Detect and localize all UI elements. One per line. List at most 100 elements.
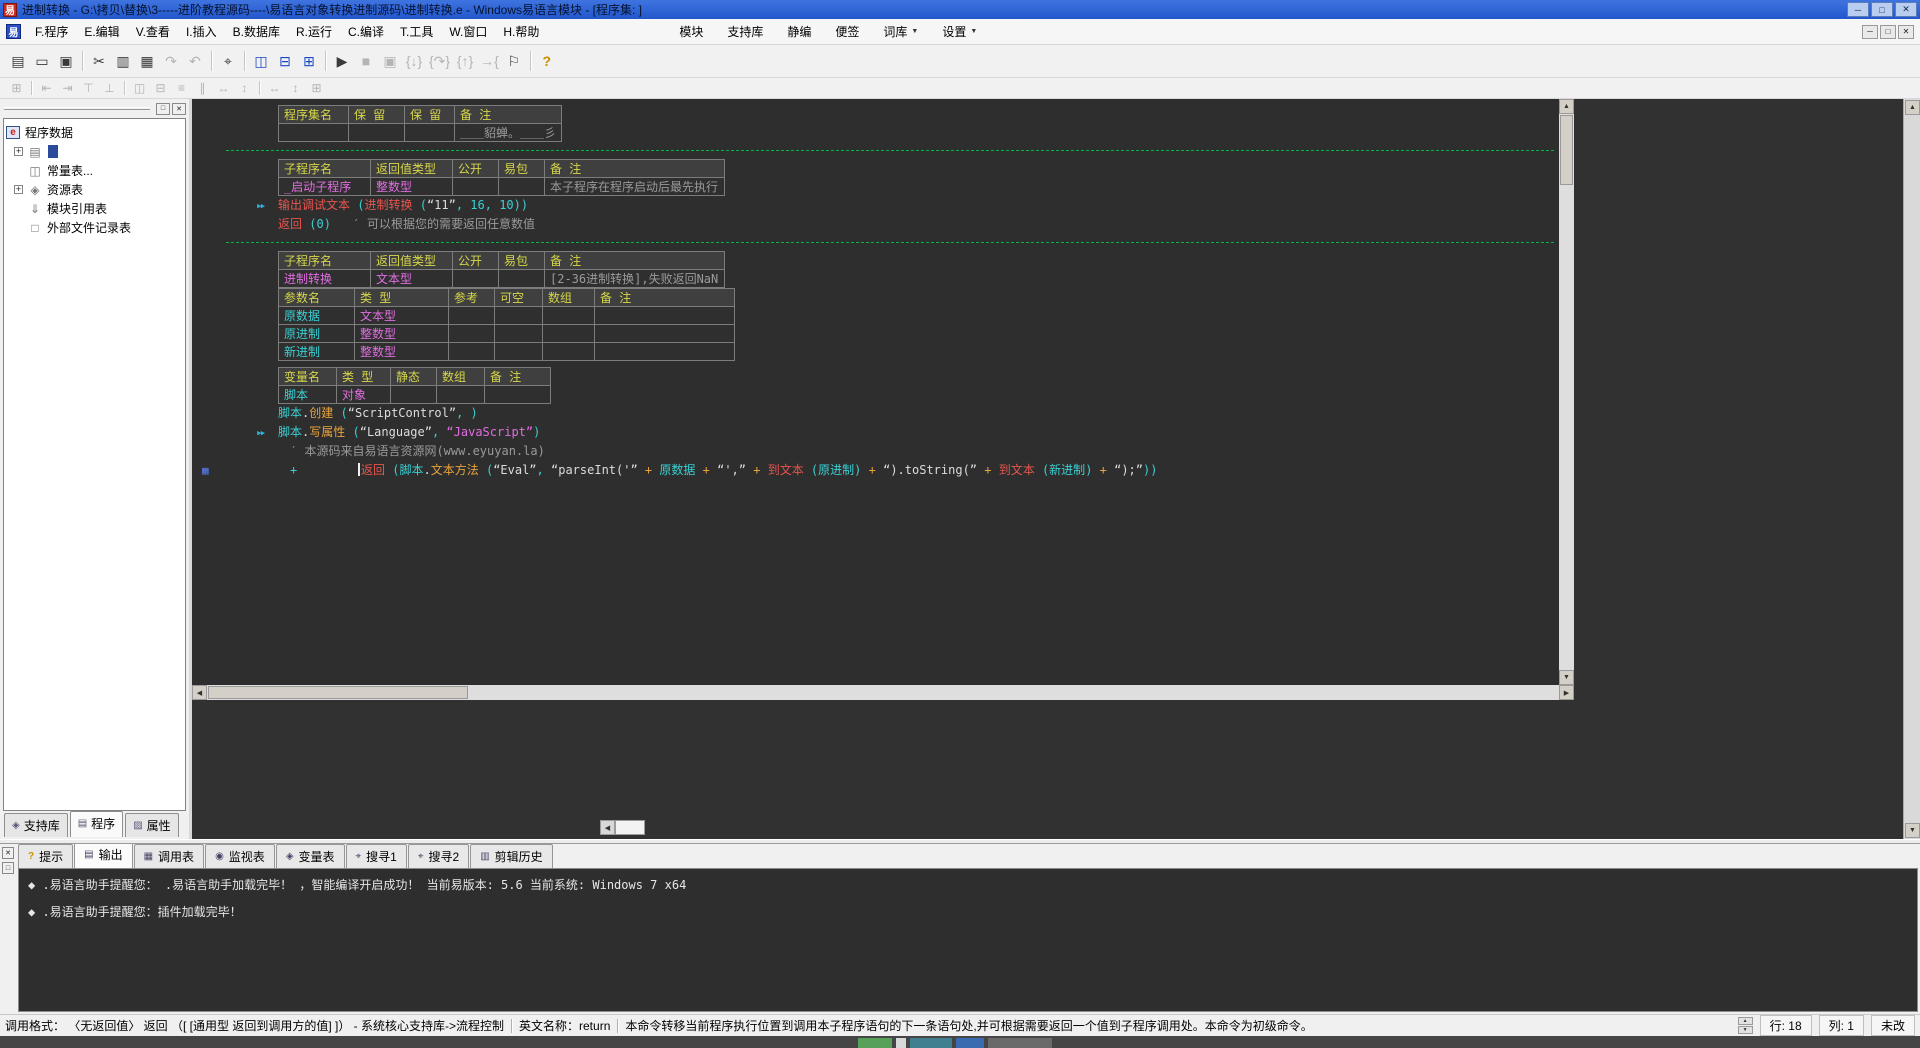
tree-item-root[interactable]: e 程序数据 (6, 123, 183, 142)
mdi-restore-button[interactable]: □ (1880, 24, 1896, 39)
table-cell[interactable]: 整数型 (370, 177, 453, 196)
table-cell[interactable] (390, 385, 437, 404)
menu-support-lib[interactable]: 支持库 (715, 19, 775, 44)
status-up-icon[interactable]: ▲ (1737, 1017, 1753, 1025)
sidebar-tab-support-lib[interactable]: ◈ 支持库 (4, 813, 68, 837)
workspace-vertical-scrollbar[interactable]: ▲ ▼ (1903, 99, 1920, 839)
new-file-icon[interactable]: ▤ (6, 49, 30, 73)
table-cell[interactable] (404, 123, 455, 142)
panel-close-button[interactable]: ✕ (2, 847, 14, 859)
menu-view[interactable]: V.查看 (128, 19, 178, 44)
tree-item-module-refs[interactable]: ⇓ 模块引用表 (6, 199, 183, 218)
table-cell[interactable]: 脚本 (278, 385, 337, 404)
panel-tab-output[interactable]: ▤ 输出 (74, 844, 133, 868)
menu-help[interactable]: H.帮助 (495, 19, 547, 44)
menu-insert[interactable]: I.插入 (178, 19, 225, 44)
panel-float-button[interactable]: □ (2, 862, 14, 874)
panel-tab-variable-table[interactable]: ◈ 变量表 (275, 844, 345, 868)
scroll-down-icon[interactable]: ▼ (1905, 823, 1920, 838)
expand-plus-icon[interactable]: + (14, 147, 23, 156)
code-line[interactable]: ′ 本源码来自易语言资源网(www.eyuyan.la) (192, 442, 1559, 461)
save-icon[interactable]: ▣ (54, 49, 78, 73)
menu-tools[interactable]: T.工具 (392, 19, 441, 44)
table-cell[interactable] (278, 123, 349, 142)
table-cell[interactable]: 整数型 (354, 324, 449, 343)
menu-window[interactable]: W.窗口 (441, 19, 495, 44)
code-line[interactable]: 脚本.创建 (“ScriptControl”, ) (192, 404, 1559, 423)
table-cell[interactable] (594, 342, 735, 361)
menu-lexicon[interactable]: 词库 ▼ (871, 19, 930, 44)
sidebar-close-button[interactable]: ✕ (172, 102, 186, 115)
table-cell[interactable]: [2-36进制转换],失败返回NaN (544, 269, 725, 288)
sidebar-tab-program[interactable]: ▤ 程序 (69, 811, 124, 837)
mdi-minimize-button[interactable]: ─ (1862, 24, 1878, 39)
table-cell[interactable]: ＿＿貂蝉。＿＿彡 (453, 123, 563, 142)
layout-top-icon[interactable]: ⊟ (273, 49, 297, 73)
chevron-down-icon[interactable]: ▼ (911, 28, 918, 35)
minimize-button[interactable]: ─ (1847, 2, 1869, 17)
table-cell[interactable] (494, 306, 543, 325)
mdi-child-icon[interactable]: 易 (6, 24, 21, 39)
table-cell[interactable] (594, 324, 735, 343)
scroll-right-icon[interactable]: ▶ (1559, 685, 1574, 700)
menu-run[interactable]: R.运行 (288, 19, 340, 44)
scroll-up-icon[interactable]: ▲ (1905, 100, 1920, 115)
table-cell[interactable] (542, 342, 595, 361)
scrollbar-thumb[interactable] (208, 686, 468, 699)
scrollbar-thumb[interactable] (1560, 115, 1573, 185)
table-cell[interactable] (594, 306, 735, 325)
sidebar-tab-properties[interactable]: ▨ 属性 (125, 813, 179, 837)
pause-icon[interactable]: ⚐ (502, 49, 526, 73)
open-file-icon[interactable]: ▭ (30, 49, 54, 73)
code-editor[interactable]: 程序集名保 留保 留备 注 ＿＿貂蝉。＿＿彡 子程序名 返回值类型 公开 易包备 注 _启… (192, 99, 1559, 685)
menu-static-compile[interactable]: 静编 (775, 19, 823, 44)
table-cell[interactable] (498, 177, 545, 196)
chevron-down-icon[interactable]: ▼ (970, 28, 977, 35)
table-cell[interactable]: 对象 (336, 385, 391, 404)
table-cell[interactable]: 整数型 (354, 342, 449, 361)
mdi-close-button[interactable]: ✕ (1898, 24, 1914, 39)
menu-module[interactable]: 模块 (667, 19, 715, 44)
editor-vertical-scrollbar[interactable]: ▲ ▼ (1559, 99, 1574, 685)
paste-icon[interactable]: ▦ (135, 49, 159, 73)
tree-item-constants[interactable]: ◫ 常量表... (6, 161, 183, 180)
panel-tab-clip-history[interactable]: ▥ 剪辑历史 (470, 844, 553, 868)
close-button[interactable]: ✕ (1895, 2, 1917, 17)
sidebar-float-button[interactable]: □ (156, 102, 170, 115)
table-cell[interactable] (494, 342, 543, 361)
run-icon[interactable]: ▶ (330, 49, 354, 73)
table-cell[interactable]: _启动子程序 (278, 177, 371, 196)
table-cell[interactable]: 文本型 (354, 306, 449, 325)
menu-program[interactable]: F.程序 (27, 19, 76, 44)
output-panel[interactable]: ◆ .易语言助手提醒您： .易语言助手加载完毕！ ，智能编译开启成功！ 当前易版… (18, 868, 1918, 1012)
tree-item-assembly[interactable]: + ▤ (6, 142, 183, 161)
panel-tab-search1[interactable]: ⌖ 搜寻1 (345, 844, 407, 868)
scroll-down-icon[interactable]: ▼ (1559, 670, 1574, 685)
find-icon[interactable]: ⌖ (216, 49, 240, 73)
menu-database[interactable]: B.数据库 (225, 19, 288, 44)
code-line[interactable]: ▸▸ 输出调试文本 (进制转换 (“11”, 16, 10)) (192, 196, 1559, 215)
expand-plus-icon[interactable]: + (14, 185, 23, 194)
table-cell[interactable]: 进制转换 (278, 269, 371, 288)
table-cell[interactable] (452, 177, 499, 196)
table-cell[interactable]: 新进制 (278, 342, 355, 361)
sidebar-grip[interactable] (4, 107, 150, 110)
layout-left-icon[interactable]: ◫ (249, 49, 273, 73)
menu-settings[interactable]: 设置 ▼ (930, 19, 989, 44)
help-find-icon[interactable]: ? (535, 49, 559, 73)
table-cell[interactable] (452, 269, 499, 288)
panel-tab-watch-table[interactable]: ◉ 监视表 (205, 844, 275, 868)
scrollbar-thumb[interactable] (615, 820, 645, 835)
table-cell[interactable]: 原进制 (278, 324, 355, 343)
table-cell[interactable] (448, 306, 495, 325)
status-down-icon[interactable]: ▼ (1737, 1026, 1753, 1034)
table-cell[interactable] (448, 342, 495, 361)
table-cell[interactable]: 原数据 (278, 306, 355, 325)
panel-tab-search2[interactable]: ⌖ 搜寻2 (407, 844, 470, 868)
expand-plus-icon[interactable]: + (290, 461, 297, 480)
tree-item-external-files[interactable]: □ 外部文件记录表 (6, 218, 183, 237)
table-cell[interactable] (542, 306, 595, 325)
code-line[interactable]: 返回 (0) ′ 可以根据您的需要返回任意数值 (192, 215, 1559, 234)
table-cell[interactable] (542, 324, 595, 343)
cut-icon[interactable]: ✂ (87, 49, 111, 73)
